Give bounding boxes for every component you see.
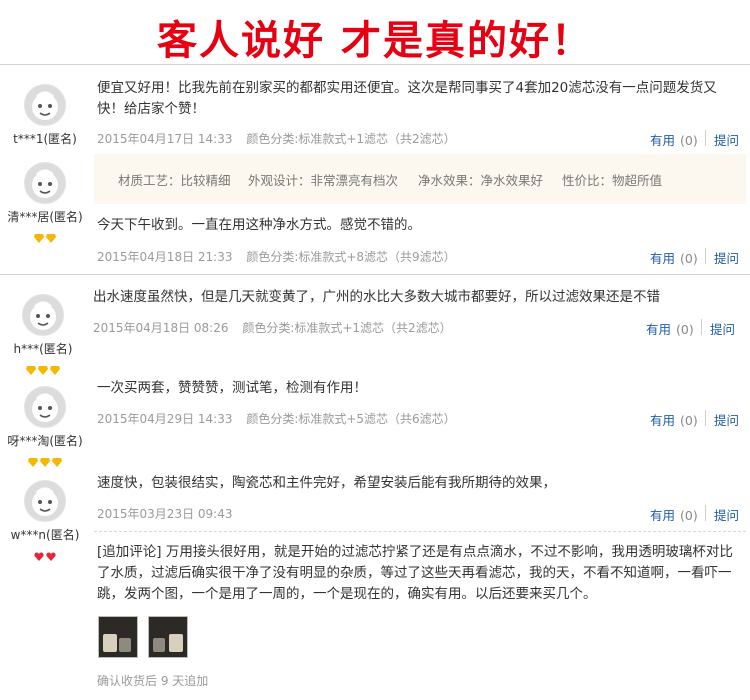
divider — [0, 274, 750, 275]
review-sku: 颜色分类:标准款式+1滤芯（共2滤芯） — [242, 321, 452, 335]
divider — [705, 505, 706, 521]
rating-tags: 材质工艺：比较精细 外观设计：非常漂亮有档次 净水效果：净水效果好 性价比：物超… — [94, 154, 746, 204]
heart-icon — [46, 552, 56, 561]
reviewer-name: 清***居(匿名) — [7, 210, 83, 224]
avatar — [24, 480, 66, 522]
divider — [94, 531, 746, 532]
review-date: 2015年04月18日 21:33 — [97, 250, 233, 264]
followup-after: 确认收货后 9 天追加 — [97, 674, 209, 688]
review-date: 2015年04月29日 14:33 — [97, 412, 233, 426]
avatar — [24, 162, 66, 204]
ask-button[interactable]: 提问 — [714, 130, 739, 149]
review-date: 2015年04月18日 08:26 — [93, 321, 229, 335]
review-date: 2015年04月17日 14:33 — [97, 132, 233, 146]
useful-button[interactable]: 有用 (0) — [650, 130, 698, 149]
reviewer-2: 清***居(匿名) — [0, 162, 90, 243]
review-meta: 2015年04月17日 14:33 颜色分类:标准款式+1滤芯（共2滤芯） — [97, 130, 466, 147]
avatar — [24, 386, 66, 428]
ask-button[interactable]: 提问 — [710, 319, 735, 338]
tag-effect: 净水效果：净水效果好 — [418, 173, 544, 188]
divider — [705, 130, 706, 146]
review-sku: 颜色分类:标准款式+5滤芯（共6滤芯） — [246, 412, 456, 426]
diamond-icon — [50, 366, 60, 375]
diamond-icon — [28, 458, 38, 467]
ask-button[interactable]: 提问 — [714, 505, 739, 524]
useful-button[interactable]: 有用 (0) — [650, 410, 698, 429]
heart-icon — [34, 552, 44, 561]
diamond-icon — [26, 366, 36, 375]
ask-button[interactable]: 提问 — [714, 248, 739, 267]
reviewer-5: w***n(匿名) — [0, 480, 90, 561]
tag-value: 性价比：物超所值 — [562, 173, 663, 188]
credit-badge — [0, 546, 90, 561]
credit-badge — [0, 228, 90, 243]
review-photo-2[interactable] — [148, 616, 188, 658]
useful-button[interactable]: 有用 (0) — [650, 248, 698, 267]
reviewer-name: t***1(匿名) — [13, 132, 77, 146]
useful-button[interactable]: 有用 (0) — [650, 505, 698, 524]
review-meta: 2015年04月18日 21:33 颜色分类:标准款式+8滤芯（共9滤芯） — [97, 248, 466, 265]
review-text: 今天下午收到。一直在用这种净水方式。感觉不错的。 — [97, 217, 421, 233]
credit-badge — [0, 452, 90, 467]
reviewer-4: 呀***淘(匿名) — [0, 386, 90, 467]
divider — [701, 319, 702, 335]
review-meta: 2015年04月29日 14:33 颜色分类:标准款式+5滤芯（共6滤芯） — [97, 410, 466, 427]
divider — [705, 410, 706, 426]
review-text: 便宜又好用！比我先前在别家买的都都实用还便宜。这次是帮同事买了4套加20滤芯没有… — [97, 80, 717, 117]
review-text: 速度快，包装很结实，陶瓷芯和主件完好，希望安装后能有我所期待的效果， — [97, 475, 556, 491]
tag-appearance: 外观设计：非常漂亮有档次 — [248, 173, 399, 188]
diamond-icon — [40, 458, 50, 467]
review-meta: 2015年04月18日 08:26 颜色分类:标准款式+1滤芯（共2滤芯） — [93, 319, 462, 336]
divider — [0, 64, 750, 65]
reviewer-name: h***(匿名) — [13, 342, 73, 356]
ask-button[interactable]: 提问 — [714, 410, 739, 429]
diamond-icon — [38, 366, 48, 375]
review-sku: 颜色分类:标准款式+1滤芯（共2滤芯） — [246, 132, 456, 146]
credit-badge — [0, 360, 88, 375]
review-text: 出水速度虽然快，但是几天就变黄了，广州的水比大多数大城市都要好，所以过滤效果还是… — [93, 289, 660, 305]
review-meta: 2015年03月23日 09:43 — [97, 505, 242, 522]
diamond-icon — [34, 234, 44, 243]
followup-text: [追加评论] 万用接头很好用，就是开始的过滤芯拧紧了还是有点点滴水，不过不影响，… — [97, 544, 733, 602]
review-sku: 颜色分类:标准款式+8滤芯（共9滤芯） — [246, 250, 456, 264]
review-photo-1[interactable] — [98, 616, 138, 658]
reviewer-name: w***n(匿名) — [10, 528, 80, 542]
banner-title: 客人说好 才是真的好！ — [157, 18, 593, 64]
promo-banner: 客人说好 才是真的好！ — [0, 0, 750, 64]
diamond-icon — [52, 458, 62, 467]
avatar — [22, 294, 64, 336]
useful-button[interactable]: 有用 (0) — [646, 319, 694, 338]
avatar — [24, 84, 66, 126]
tag-material: 材质工艺：比较精细 — [118, 173, 231, 188]
divider — [705, 248, 706, 264]
reviewer-3: h***(匿名) — [0, 294, 88, 375]
diamond-icon — [46, 234, 56, 243]
review-date: 2015年03月23日 09:43 — [97, 507, 233, 521]
review-text: 一次买两套，赞赞赞，测试笔，检测有作用！ — [97, 380, 367, 396]
reviewer-1: t***1(匿名) — [0, 84, 90, 147]
reviewer-name: 呀***淘(匿名) — [7, 434, 83, 448]
